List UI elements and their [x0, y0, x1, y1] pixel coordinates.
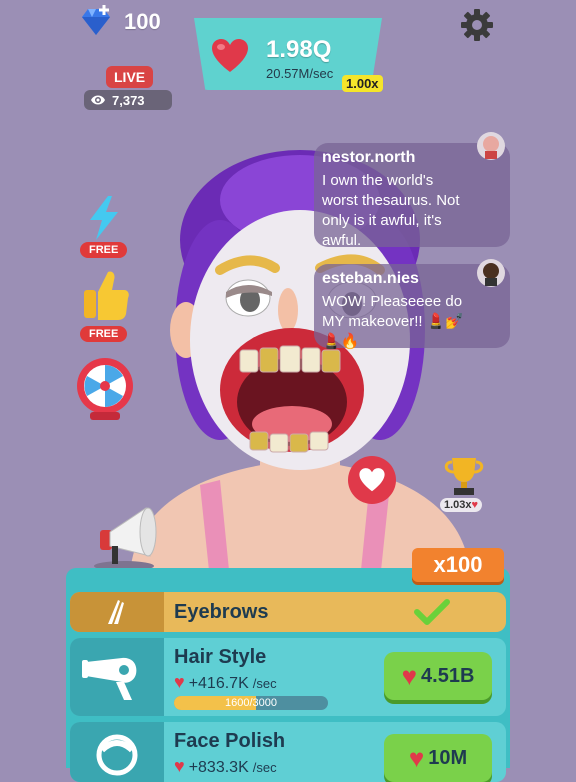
hair-dryer-icon	[82, 657, 137, 700]
like-button[interactable]	[348, 456, 396, 504]
hair-style-progress: 1600/3000	[174, 696, 328, 710]
upgrade-title-hair-style: Hair Style	[174, 646, 267, 668]
tweezers-icon	[108, 600, 124, 624]
chat-username-2: esteban.nies	[322, 270, 419, 287]
live-badge: LIVE	[106, 66, 154, 88]
hearts-total: 1.98Q	[266, 36, 332, 63]
cost-heart-icon: ♥	[401, 660, 418, 691]
viewer-count: 7,373	[84, 90, 172, 110]
eyebrows-icon-box	[70, 592, 164, 632]
upgrade-title-eyebrows: Eyebrows	[174, 601, 269, 623]
trophy-multiplier-value: 1.03x	[444, 499, 472, 511]
upgrade-row-hair-style[interactable]: Hair Style ♥ +416.7K /sec 1600/3000 ♥ 4.…	[70, 638, 506, 716]
buy-multiplier-button[interactable]: x100	[412, 548, 504, 582]
lightning-free-label: FREE	[80, 242, 128, 258]
megaphone-icon[interactable]	[86, 500, 162, 572]
chat-message-1: nestor.north I own the world's worst the…	[314, 132, 510, 249]
trophy-multiplier: 1.03x♥	[440, 498, 483, 512]
income-multiplier-badge: 1.00x	[342, 75, 383, 92]
gem-count: 100	[124, 9, 161, 34]
chat-username-1: nestor.north	[322, 149, 416, 166]
upgrade-row-eyebrows[interactable]: Eyebrows	[70, 592, 506, 632]
eye-icon	[91, 95, 105, 105]
face-polish-rate-value: +833.3K	[188, 759, 249, 776]
trophy-bonus[interactable]: 1.03x♥	[438, 456, 490, 516]
heart-icon	[359, 468, 385, 492]
rate-heart-icon: ♥	[174, 672, 185, 692]
hair-style-rate-value: +416.7K	[188, 675, 249, 692]
chat-text-1: I own the world's worst thesaurus. Not o…	[322, 172, 460, 249]
prize-wheel-icon[interactable]	[72, 356, 138, 422]
hearts-rate: 20.57M/sec	[266, 66, 334, 81]
heart-icon	[212, 39, 248, 72]
viewer-count-value: 7,373	[112, 92, 145, 108]
chat-avatar-1	[477, 132, 505, 160]
upgrade-row-face-polish[interactable]: Face Polish ♥ +833.3K /sec ♥ 10M	[70, 722, 506, 782]
trophy-icon	[444, 458, 484, 495]
rate-heart-icon: ♥	[174, 756, 185, 776]
face-polish-icon-box	[70, 722, 164, 782]
lightning-icon	[90, 196, 118, 240]
upgrade-list: x100 Eyebrows Hair Style ♥ +416.7K /sec …	[66, 548, 510, 782]
face-polish-buy-button[interactable]: ♥ 10M	[384, 734, 492, 782]
diamond-icon	[82, 5, 110, 35]
face-polish-cost: 10M	[428, 746, 468, 769]
lightning-booster[interactable]: FREE	[80, 196, 128, 258]
hair-style-rate: ♥ +416.7K /sec	[174, 672, 277, 693]
face-mask-icon	[96, 734, 138, 776]
settings-gear-icon[interactable]	[460, 8, 494, 42]
hair-style-cost: 4.51B	[421, 664, 475, 687]
chat-avatar-2	[477, 259, 505, 287]
small-heart-icon: ♥	[471, 499, 479, 511]
chat-message-2: esteban.nies WOW! Pleaseeee do MY makeov…	[314, 259, 510, 350]
thumbs-up-booster[interactable]: FREE	[80, 268, 130, 342]
cost-heart-icon: ♥	[408, 742, 425, 773]
chat-text-2: WOW! Pleaseeee do MY makeover!! 💄💅💄🔥	[322, 293, 465, 350]
upgrade-title-face-polish: Face Polish	[174, 730, 286, 752]
checkmark-icon	[414, 599, 450, 625]
hair-style-progress-text: 1600/3000	[225, 697, 277, 709]
face-polish-rate: ♥ +833.3K /sec	[174, 756, 277, 777]
thumbs-up-icon	[84, 271, 129, 320]
thumbs-free-label: FREE	[80, 326, 128, 342]
hair-style-icon-box	[70, 638, 164, 716]
gem-counter[interactable]: 100	[78, 4, 161, 40]
hair-style-rate-unit: /sec	[252, 676, 277, 691]
hair-style-buy-button[interactable]: ♥ 4.51B	[384, 652, 492, 700]
